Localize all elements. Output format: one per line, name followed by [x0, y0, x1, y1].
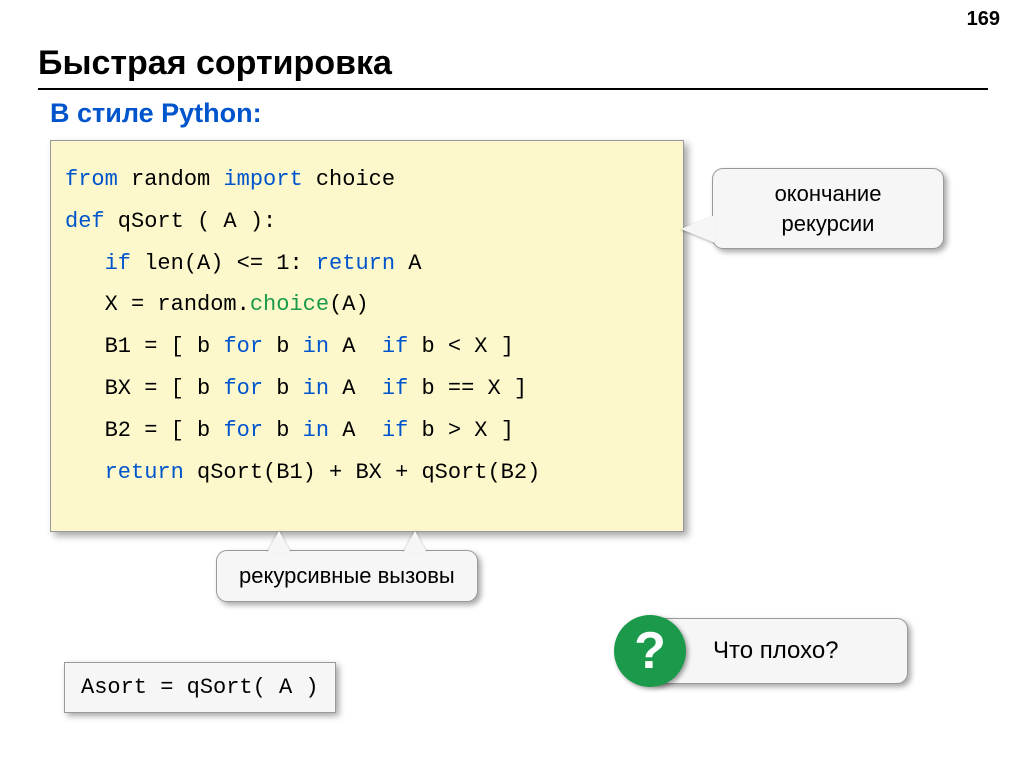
code-block: from random import choice def qSort ( A …: [50, 140, 684, 532]
callout-recursion-end: окончание рекурсии: [712, 168, 944, 249]
usage-code: Asort = qSort( A ): [64, 662, 336, 713]
page-number: 169: [967, 8, 1000, 31]
callout-recursive-calls: рекурсивные вызовы: [216, 550, 478, 602]
question-mark-icon: ?: [614, 615, 686, 687]
code-line-5: B1 = [ b for b in A if b < X ]: [65, 326, 669, 368]
subtitle: В стиле Python:: [50, 98, 262, 129]
callout-question: Что плохо?: [648, 618, 908, 684]
code-line-7: B2 = [ b for b in A if b > X ]: [65, 410, 669, 452]
code-line-3: if len(A) <= 1: return A: [65, 243, 669, 285]
code-line-8: return qSort(B1) + BX + qSort(B2): [65, 452, 669, 494]
page-title: Быстрая сортировка: [38, 44, 392, 83]
title-underline: [38, 88, 988, 90]
code-line-2: def qSort ( A ):: [65, 201, 669, 243]
code-line-6: BX = [ b for b in A if b == X ]: [65, 368, 669, 410]
code-line-4: X = random.choice(A): [65, 284, 669, 326]
code-line-1: from random import choice: [65, 159, 669, 201]
